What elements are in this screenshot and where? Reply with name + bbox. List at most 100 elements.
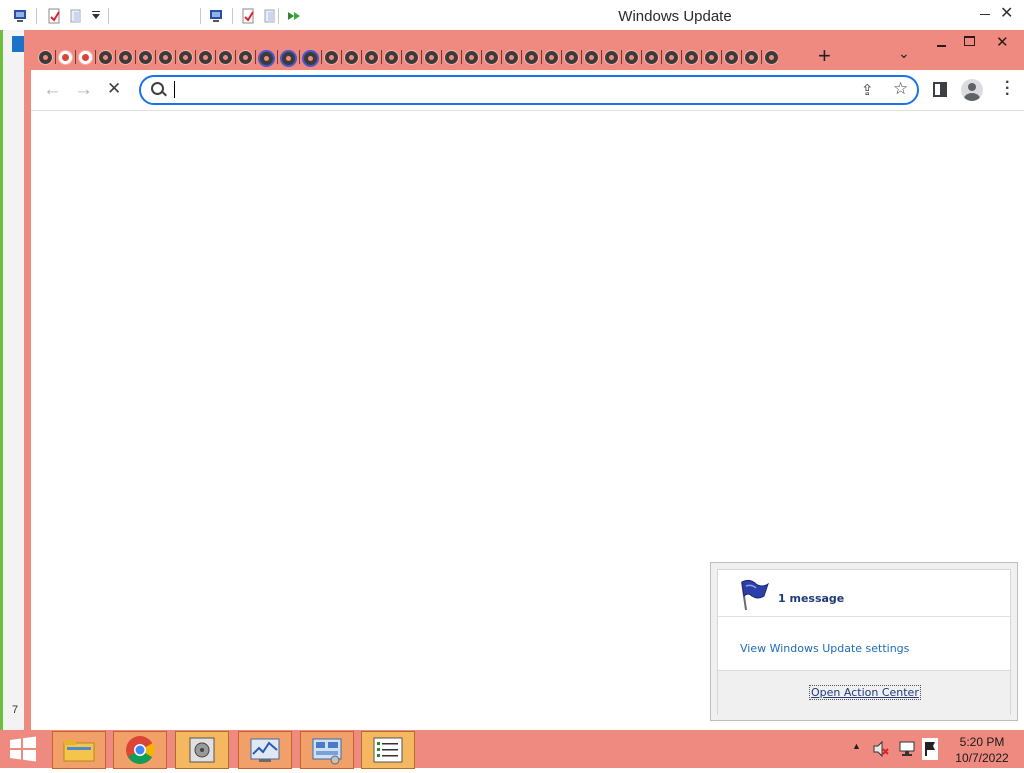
text-caret bbox=[174, 81, 175, 98]
tab-favicon-icon[interactable] bbox=[684, 50, 699, 65]
volume-muted-icon[interactable] bbox=[872, 740, 890, 758]
tab-separator bbox=[761, 50, 762, 64]
show-hidden-icons-button[interactable]: ▲ bbox=[852, 741, 861, 751]
taskbar-server-manager-button[interactable] bbox=[300, 731, 354, 769]
taskbar-task-list-button[interactable] bbox=[361, 731, 415, 769]
more-menu-icon[interactable]: · · · bbox=[1005, 75, 1010, 103]
taskbar-performance-monitor-button[interactable] bbox=[238, 731, 292, 769]
tab-favicon-icon[interactable] bbox=[58, 50, 73, 65]
quick-access-separator bbox=[278, 8, 279, 24]
taskbar: ▲ 5:20 PM 10/7/2022 bbox=[0, 730, 1024, 769]
tab-favicon-icon[interactable] bbox=[158, 50, 173, 65]
tab-separator bbox=[461, 50, 462, 64]
start-windows-icon[interactable] bbox=[8, 736, 38, 762]
tab-favicon-icon[interactable] bbox=[624, 50, 639, 65]
window-title: Windows Update bbox=[618, 8, 732, 25]
tab-favicon-icon[interactable] bbox=[704, 50, 719, 65]
properties-icon[interactable] bbox=[46, 8, 62, 24]
view-windows-update-settings-link[interactable]: View Windows Update settings bbox=[740, 642, 909, 655]
tab-favicon-icon[interactable] bbox=[404, 50, 419, 65]
tab-favicon-icon[interactable] bbox=[302, 50, 319, 67]
tab-favicon-icon[interactable] bbox=[324, 50, 339, 65]
tab-search-button[interactable]: ⌄ bbox=[898, 45, 910, 62]
tab-separator bbox=[501, 50, 502, 64]
tab-separator bbox=[55, 50, 56, 64]
close-button[interactable]: ✕ bbox=[1000, 3, 1013, 23]
tab-favicon-icon[interactable] bbox=[564, 50, 579, 65]
tab-favicon-icon[interactable] bbox=[38, 50, 53, 65]
bookmark-star-icon[interactable]: ☆ bbox=[893, 79, 908, 99]
minimize-button[interactable] bbox=[936, 38, 948, 50]
tab-favicon-icon[interactable] bbox=[258, 50, 275, 67]
quick-access-separator bbox=[36, 8, 37, 24]
tab-favicon-icon[interactable] bbox=[280, 50, 297, 67]
tab-separator bbox=[321, 50, 322, 64]
tab-favicon-icon[interactable] bbox=[78, 50, 93, 65]
profile-avatar-icon[interactable] bbox=[961, 79, 983, 101]
tab-favicon-icon[interactable] bbox=[584, 50, 599, 65]
action-center-flag-icon[interactable] bbox=[922, 738, 938, 760]
tab-favicon-icon[interactable] bbox=[764, 50, 778, 65]
tab-favicon-icon[interactable] bbox=[364, 50, 379, 65]
tab-favicon-icon[interactable] bbox=[644, 50, 659, 65]
tab-separator bbox=[215, 50, 216, 64]
disk-drive-icon bbox=[189, 737, 215, 763]
close-button[interactable]: ✕ bbox=[996, 33, 1009, 51]
taskbar-file-explorer-button[interactable] bbox=[52, 731, 106, 769]
tab-favicon-icon[interactable] bbox=[98, 50, 113, 65]
tab-favicon-icon[interactable] bbox=[384, 50, 399, 65]
minimize-button[interactable] bbox=[978, 4, 992, 18]
maximize-button[interactable] bbox=[964, 36, 975, 46]
tab-favicon-icon[interactable] bbox=[238, 50, 253, 65]
stop-loading-button[interactable]: ✕ bbox=[107, 79, 121, 99]
tab-favicon-icon[interactable] bbox=[724, 50, 739, 65]
new-tab-button[interactable]: + bbox=[818, 43, 831, 69]
tab-favicon-icon[interactable] bbox=[664, 50, 679, 65]
tab-favicon-icon[interactable] bbox=[424, 50, 439, 65]
action-center-footer: Open Action Center bbox=[718, 670, 1010, 715]
tab-favicon-icon[interactable] bbox=[218, 50, 233, 65]
properties-icon[interactable] bbox=[240, 8, 256, 24]
tab-favicon-icon[interactable] bbox=[544, 50, 559, 65]
tab-separator bbox=[561, 50, 562, 64]
tab-favicon-icon[interactable] bbox=[504, 50, 519, 65]
tab-separator bbox=[135, 50, 136, 64]
new-folder-icon[interactable] bbox=[68, 8, 84, 24]
tab-favicon-icon[interactable] bbox=[444, 50, 459, 65]
side-panel-icon[interactable] bbox=[933, 82, 947, 97]
tab-favicon-icon[interactable] bbox=[198, 50, 213, 65]
action-center-panel: 1 message View Windows Update settings O… bbox=[717, 569, 1011, 715]
share-icon[interactable]: ⇪ bbox=[861, 81, 874, 99]
tab-separator bbox=[401, 50, 402, 64]
address-input[interactable] bbox=[175, 79, 829, 101]
tab-favicon-icon[interactable] bbox=[118, 50, 133, 65]
tab-separator bbox=[721, 50, 722, 64]
taskbar-disk-management-button[interactable] bbox=[175, 731, 229, 769]
tab-favicon-icon[interactable] bbox=[744, 50, 759, 65]
tab-favicon-icon[interactable] bbox=[464, 50, 479, 65]
open-action-center-link[interactable]: Open Action Center bbox=[809, 685, 921, 700]
clock[interactable]: 5:20 PM 10/7/2022 bbox=[948, 734, 1016, 766]
address-bar[interactable]: ⇪ ☆ bbox=[139, 75, 919, 105]
tab-favicon-icon[interactable] bbox=[524, 50, 539, 65]
forward-arrows-icon[interactable] bbox=[286, 8, 302, 24]
back-button[interactable]: ← bbox=[43, 79, 62, 101]
computer-icon[interactable] bbox=[208, 8, 224, 24]
tab-favicon-icon[interactable] bbox=[178, 50, 193, 65]
customize-quick-access-icon[interactable] bbox=[88, 8, 104, 24]
computer-icon[interactable] bbox=[12, 8, 28, 24]
tab-favicon-icon[interactable] bbox=[604, 50, 619, 65]
file-explorer-icon bbox=[63, 740, 95, 762]
tab-favicon-icon[interactable] bbox=[138, 50, 153, 65]
new-folder-icon[interactable] bbox=[262, 8, 278, 24]
taskbar-chrome-button[interactable] bbox=[113, 731, 167, 769]
task-list-icon bbox=[373, 737, 403, 763]
tab-separator bbox=[155, 50, 156, 64]
tab-separator bbox=[95, 50, 96, 64]
tab-favicon-icon[interactable] bbox=[344, 50, 359, 65]
network-icon[interactable] bbox=[898, 740, 916, 758]
forward-button[interactable]: → bbox=[74, 79, 93, 101]
tab-favicon-icon[interactable] bbox=[484, 50, 499, 65]
tab-separator bbox=[441, 50, 442, 64]
tab-separator bbox=[115, 50, 116, 64]
